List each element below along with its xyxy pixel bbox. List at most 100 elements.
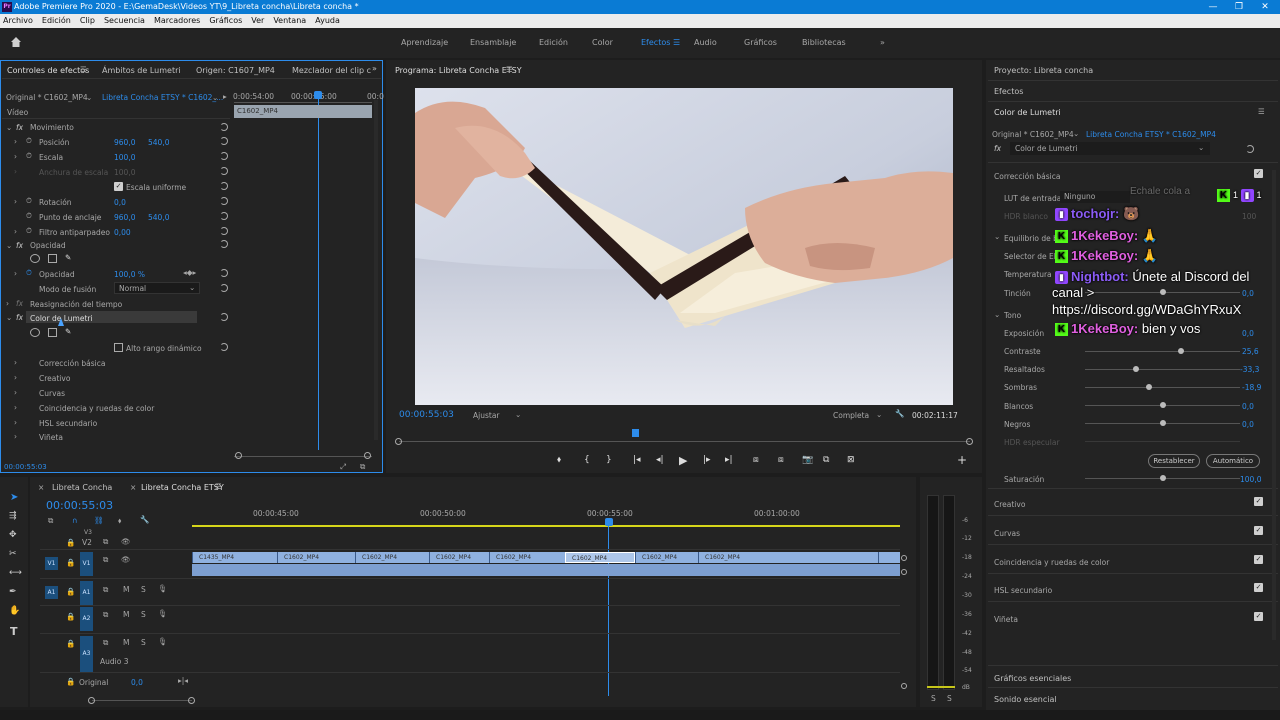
- expand-arrow-icon[interactable]: ›: [14, 432, 17, 441]
- essential-sound-tab[interactable]: Sonido esencial: [994, 695, 1057, 704]
- mini-playhead-icon[interactable]: [314, 91, 322, 99]
- expand-arrow-icon[interactable]: ›: [14, 373, 17, 382]
- menu-ventana[interactable]: Ventana: [273, 16, 306, 25]
- creative-section[interactable]: Creativo: [994, 500, 1025, 509]
- razor-tool-icon[interactable]: ✂: [9, 549, 17, 559]
- tint-value[interactable]: 0,0: [1242, 289, 1254, 298]
- menu-clip[interactable]: Clip: [80, 16, 95, 25]
- project-panel-title[interactable]: Proyecto: Libreta concha: [994, 66, 1093, 75]
- tint-knob[interactable]: [1159, 289, 1166, 295]
- expand-arrow-icon[interactable]: ›: [14, 137, 17, 146]
- stopwatch-icon[interactable]: ⏱: [26, 151, 32, 161]
- reset-icon[interactable]: [220, 227, 228, 235]
- sync-lock-icon[interactable]: ⧉: [103, 555, 108, 565]
- expand-arrow-icon[interactable]: ›: [14, 197, 17, 206]
- clip[interactable]: C1602_MP4: [635, 552, 698, 563]
- hsl-section[interactable]: HSL secundario: [994, 586, 1052, 595]
- home-icon[interactable]: [10, 36, 22, 48]
- snap-icon[interactable]: ∩: [72, 516, 78, 525]
- chevron-down-icon[interactable]: ⌄: [86, 93, 92, 102]
- ellipse-mask-icon[interactable]: [30, 328, 40, 337]
- expand-arrow-icon[interactable]: ›: [14, 152, 17, 161]
- eye-icon[interactable]: 👁: [121, 537, 131, 546]
- expand-arrow-icon[interactable]: ⌄: [6, 241, 12, 250]
- minimize-icon[interactable]: —: [1200, 0, 1226, 14]
- more-tabs-icon[interactable]: »: [372, 64, 377, 73]
- solo-button[interactable]: S: [141, 585, 146, 594]
- mute-button[interactable]: M: [123, 610, 129, 619]
- panel-menu-icon[interactable]: ☰: [80, 65, 87, 74]
- uniform-scale-checkbox[interactable]: ✓: [114, 182, 123, 191]
- reset-icon[interactable]: [220, 240, 228, 248]
- type-tool-icon[interactable]: T: [10, 625, 18, 638]
- clip[interactable]: C1602_MP4: [355, 552, 429, 563]
- rectangle-mask-icon[interactable]: [48, 254, 57, 263]
- eye-icon[interactable]: 👁: [121, 555, 131, 564]
- vertical-scrollbar[interactable]: [374, 100, 378, 440]
- timeline-close-icon[interactable]: ×: [38, 483, 44, 492]
- source-patch-a1[interactable]: A1: [45, 586, 58, 599]
- microphone-icon[interactable]: 🎙: [158, 584, 168, 593]
- wrench-icon[interactable]: 🔧: [895, 409, 904, 418]
- hdr-checkbox[interactable]: [114, 343, 123, 352]
- scroll-handle-left[interactable]: [235, 452, 242, 459]
- track-zoom-handle[interactable]: [901, 569, 907, 575]
- lock-icon[interactable]: 🔒: [66, 677, 75, 686]
- solo-button[interactable]: S: [141, 638, 146, 647]
- saturation-knob[interactable]: [1159, 475, 1166, 481]
- whites-value[interactable]: 0,0: [1242, 402, 1254, 411]
- pen-mask-icon[interactable]: ✎: [65, 253, 71, 262]
- contrast-value[interactable]: 25,6: [1242, 347, 1259, 356]
- keyframe-prev-icon[interactable]: ◂◆▸: [183, 268, 196, 277]
- lumetri-target-label[interactable]: Libreta Concha ETSY * C1602_MP4: [1086, 130, 1216, 139]
- lock-icon[interactable]: 🔒: [66, 587, 75, 596]
- pen-tool-icon[interactable]: ✒: [9, 587, 17, 597]
- track-a2-target[interactable]: A2: [80, 607, 93, 631]
- blacks-value[interactable]: 0,0: [1242, 420, 1254, 429]
- curves-checkbox[interactable]: ✓: [1254, 526, 1263, 535]
- close-icon[interactable]: ✕: [1252, 0, 1278, 14]
- lock-icon[interactable]: 🔒: [66, 558, 75, 567]
- reset-icon[interactable]: [220, 137, 228, 145]
- slip-tool-icon[interactable]: ⟷: [9, 568, 22, 578]
- extract-icon[interactable]: ⧈: [778, 455, 784, 465]
- clip[interactable]: C1435_MP4: [192, 552, 277, 563]
- expand-arrow-icon[interactable]: ›: [14, 358, 17, 367]
- filter-icon[interactable]: ⤢: [340, 462, 346, 472]
- shadows-value[interactable]: -18,9: [1242, 383, 1261, 392]
- shadows-knob[interactable]: [1145, 384, 1152, 390]
- expand-arrow-icon[interactable]: ›: [14, 388, 17, 397]
- stopwatch-icon[interactable]: ⏱: [26, 136, 32, 146]
- auto-button[interactable]: Automático: [1206, 454, 1260, 468]
- scrubber-left-handle[interactable]: [395, 438, 402, 445]
- panel-menu-icon[interactable]: ☰: [215, 482, 222, 491]
- expand-arrow-icon[interactable]: ›: [6, 299, 9, 308]
- lock-icon[interactable]: 🔒: [66, 612, 75, 621]
- reset-icon[interactable]: [220, 167, 228, 175]
- expand-arrow-icon[interactable]: ⌄: [6, 123, 12, 132]
- microphone-icon[interactable]: 🎙: [158, 609, 168, 618]
- rotation-value[interactable]: 0,0: [114, 198, 126, 207]
- workspace-ensamblaje[interactable]: Ensamblaje: [470, 38, 516, 47]
- tint-slider[interactable]: [1085, 289, 1240, 295]
- menu-graficos[interactable]: Gráficos: [209, 16, 242, 25]
- stopwatch-icon[interactable]: ⏱: [26, 196, 32, 206]
- basic-correction-header[interactable]: Corrección básica: [994, 172, 1060, 181]
- fx-icon[interactable]: fx: [16, 313, 23, 322]
- ellipse-mask-icon[interactable]: [30, 254, 40, 263]
- reset-icon[interactable]: [1246, 145, 1254, 153]
- lift-icon[interactable]: ⧈: [753, 455, 759, 465]
- play-icon[interactable]: ▶: [679, 454, 687, 467]
- fx-icon[interactable]: fx: [16, 123, 23, 132]
- subsection-curves[interactable]: Curvas: [39, 389, 65, 398]
- comparison-icon[interactable]: ⧉: [823, 455, 829, 465]
- tab-effect-controls[interactable]: Controles de efectos: [7, 66, 89, 75]
- anchor-x-value[interactable]: 960,0: [114, 213, 135, 222]
- vignette-section[interactable]: Viñeta: [994, 615, 1018, 624]
- timeline-timecode[interactable]: 00:00:55:03: [46, 499, 113, 512]
- lumetri-scrollbar[interactable]: [1272, 170, 1276, 640]
- blacks-slider[interactable]: [1085, 420, 1240, 426]
- tab-lumetri-scopes[interactable]: Ámbitos de Lumetri: [102, 66, 181, 75]
- scroll-handle-right[interactable]: [364, 452, 371, 459]
- blend-mode-select[interactable]: Normal ⌄: [114, 282, 200, 294]
